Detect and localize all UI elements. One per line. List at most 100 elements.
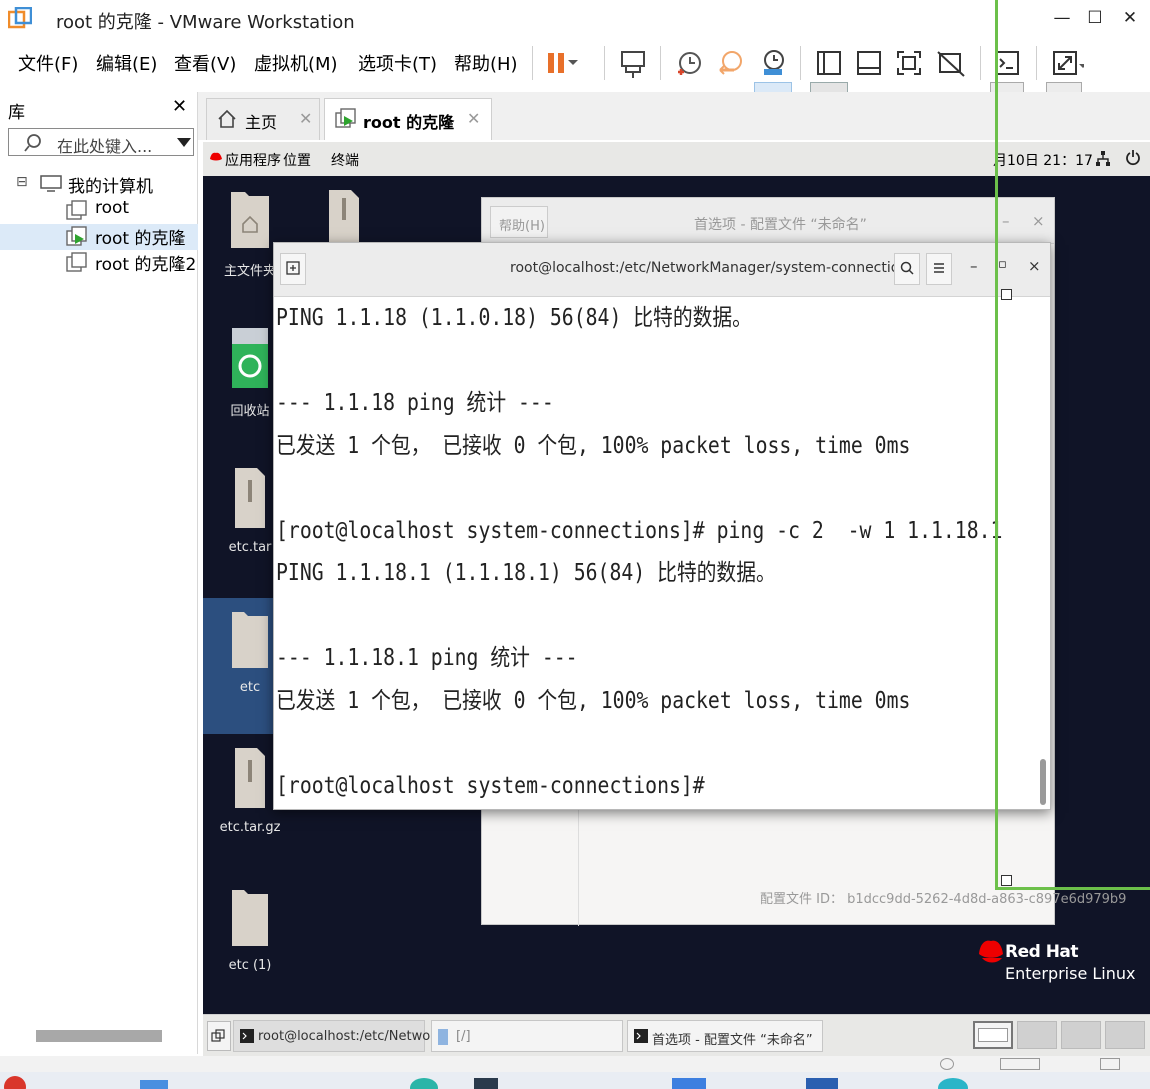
maximize-button[interactable]: ☐ [1083,8,1107,30]
menu-edit[interactable]: 编辑(E) [96,50,157,76]
taskbar-app-icon[interactable] [806,1078,838,1089]
library-search-input[interactable]: 在此处键入... [8,128,194,156]
desktop-icon-etc-1[interactable]: etc (1) [215,886,285,973]
archive-file-icon[interactable] [327,188,361,242]
snapshot-manager-icon[interactable] [754,44,792,82]
task-label: [/] [456,1029,471,1044]
task-files[interactable]: [/] [431,1020,623,1052]
console-icon[interactable] [988,44,1026,82]
applications-menu[interactable]: 应用程序 [225,150,281,170]
menu-help[interactable]: 帮助(H) [454,50,518,76]
resize-handle[interactable] [1001,289,1012,300]
preferences-close[interactable]: × [1032,212,1045,230]
tab-root-clone[interactable]: root 的克隆 ✕ [324,98,492,140]
folder-icon [232,890,268,946]
vm-icon [66,200,87,220]
chevron-down-icon[interactable] [177,138,191,148]
tab-close-icon[interactable]: ✕ [299,109,312,128]
terminal-prompt: [root@localhost system-connections]# [276,772,705,799]
guest-top-bar: 应用程序 位置 终端 月10日 21：17 [203,142,1150,176]
terminal-line: PING 1.1.18 (1.1.0.18) 56(84) 比特的数据。 [276,305,752,331]
terminal-title: root@localhost:/etc/NetworkManager/syste… [510,260,916,276]
tree-item-root-clone2[interactable]: root 的克隆2 [0,250,198,276]
tree-toggle[interactable]: ⊟ [16,174,28,190]
hamburger-menu-icon [934,263,944,273]
terminal-output[interactable]: PING 1.1.18 (1.1.0.18) 56(84) 比特的数据。 ---… [274,297,1050,809]
places-menu[interactable]: 位置 [283,150,311,170]
vmware-logo-icon [8,7,32,29]
workspace-1[interactable] [973,1021,1013,1049]
unity-mode-icon[interactable] [932,44,970,82]
workspace-3[interactable] [1061,1021,1101,1049]
preferences-minimize[interactable]: – [1002,212,1010,230]
toolbar-separator [980,46,981,80]
taskbar-app-icon[interactable] [938,1078,968,1089]
task-preferences[interactable]: 首选项 - 配置文件 “未命名” [627,1020,823,1052]
status-device-icon[interactable] [940,1058,954,1070]
tab-close-icon[interactable]: ✕ [467,109,480,128]
horizontal-scrollbar[interactable] [36,1030,162,1042]
clock[interactable]: 月10日 21：17 [993,150,1093,170]
task-label: 首选项 - 配置文件 “未命名” [652,1033,813,1048]
library-close-button[interactable]: ✕ [172,96,187,117]
search-icon [900,261,914,275]
taskbar-app-icon[interactable] [140,1080,168,1089]
snapshot-icon[interactable] [670,44,708,82]
fullscreen-icon[interactable] [890,44,928,82]
terminal-line: 已发送 1 个包， 已接收 0 个包, 100% packet loss, ti… [276,687,911,714]
menu-vm[interactable]: 虚拟机(M) [254,50,338,76]
preferences-help-menu[interactable]: 帮助(H) [490,206,548,238]
tab-home[interactable]: 主页 ✕ [206,98,320,140]
sidebar-layout-icon[interactable] [810,44,848,82]
terminal-scrollbar[interactable] [1040,759,1046,805]
taskbar-app-icon[interactable] [410,1078,438,1089]
tab-label: root 的克隆 [363,113,455,132]
preferences-title: 首选项 - 配置文件 “未命名” [694,217,867,233]
redhat-hat-icon [210,152,222,161]
terminal-icon [240,1029,254,1043]
menu-file[interactable]: 文件(F) [18,50,78,76]
minimize-button[interactable]: — [1050,8,1074,30]
taskbar-app-icon[interactable] [474,1078,498,1089]
tree-label: root 的克隆2 [95,255,197,275]
pause-icon[interactable] [540,44,578,82]
task-terminal[interactable]: root@localhost:/etc/NetworkMan··· [233,1020,483,1052]
send-ctrl-alt-del-icon[interactable] [614,44,652,82]
thumbnail-bar-icon[interactable] [850,44,888,82]
tree-item-root-clone[interactable]: root 的克隆 [0,224,198,250]
library-title: 库 [8,103,25,123]
terminal-maximize[interactable]: ▫ [998,257,1007,272]
menu-bar: 文件(F) 编辑(E) 查看(V) 虚拟机(M) 选项卡(T) 帮助(H) [0,38,1150,120]
home-icon [218,109,236,128]
stretch-guest-icon[interactable] [1046,44,1084,82]
file-manager-icon [438,1029,448,1045]
search-placeholder: 在此处键入... [57,137,153,156]
notification-badge-icon[interactable] [4,1076,26,1089]
close-button[interactable]: ✕ [1118,8,1142,30]
new-tab-icon [286,261,300,275]
status-device-icon[interactable] [1100,1058,1120,1070]
tab-strip: 主页 ✕ root 的克隆 ✕ [198,92,1150,140]
terminal-minimize[interactable]: – [970,257,978,275]
menu-tabs[interactable]: 选项卡(T) [358,50,437,76]
terminal-menu[interactable]: 终端 [331,150,359,170]
recycle-bin-icon [232,328,268,388]
search-icon [24,134,41,152]
power-icon[interactable] [1125,149,1141,167]
toolbar-separator [1036,46,1037,80]
vm-running-icon [66,226,87,246]
status-device-icon[interactable] [1000,1058,1040,1070]
revert-snapshot-icon[interactable] [712,44,750,82]
terminal-window[interactable]: root@localhost:/etc/NetworkManager/syste… [273,242,1051,810]
workspace-4[interactable] [1105,1021,1145,1049]
menu-view[interactable]: 查看(V) [174,50,236,76]
workspace-2[interactable] [1017,1021,1057,1049]
network-icon[interactable] [1095,150,1111,168]
toolbar-separator [532,46,533,80]
resize-handle[interactable] [1001,875,1012,886]
resize-guide-vertical [995,0,998,888]
terminal-line: 已发送 1 个包， 已接收 0 个包, 100% packet loss, ti… [276,432,911,459]
terminal-close[interactable]: × [1028,257,1041,275]
taskbar-app-icon[interactable] [672,1078,706,1089]
